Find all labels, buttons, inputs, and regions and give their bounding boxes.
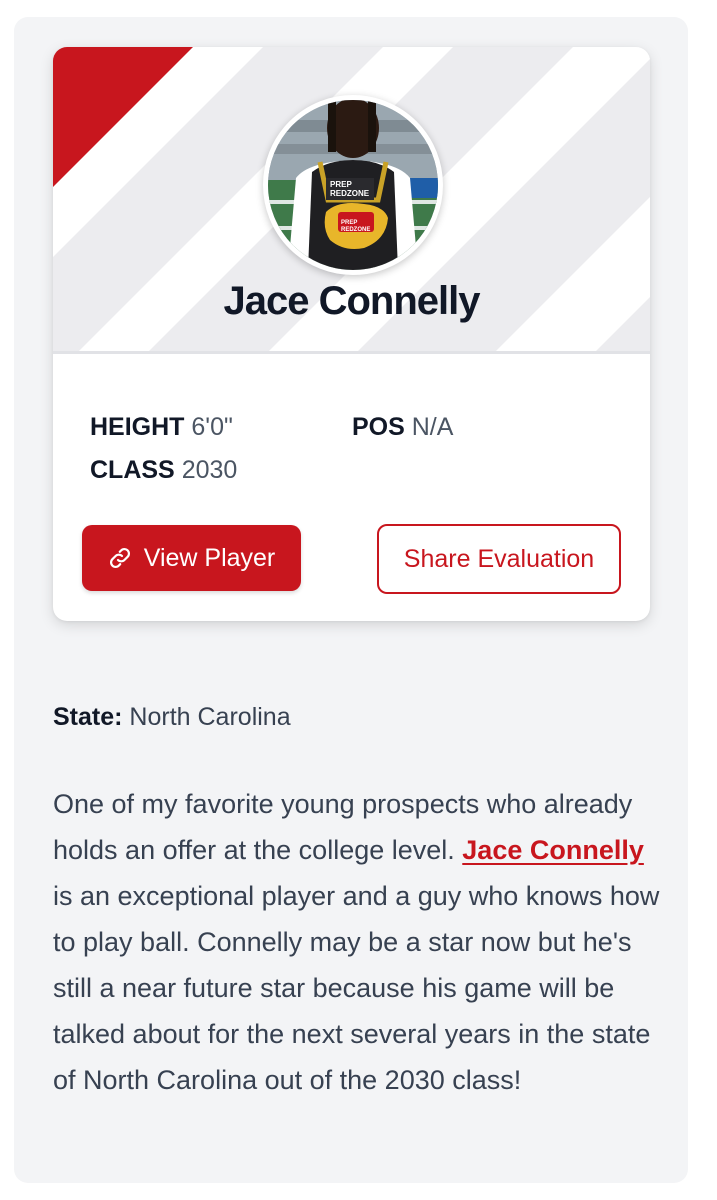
player-card-header: PREP REDZONE PREP REDZONE Jace Connelly bbox=[53, 47, 650, 354]
stat-height-value: 6'0" bbox=[191, 413, 233, 441]
stat-height-label: HEIGHT bbox=[90, 413, 185, 441]
avatar: PREP REDZONE PREP REDZONE bbox=[263, 95, 443, 275]
link-icon bbox=[108, 546, 132, 570]
evaluation-text-body: is an exceptional player and a guy who k… bbox=[53, 881, 660, 1095]
shirt-text-prep: PREP bbox=[330, 180, 352, 189]
stat-class-label: CLASS bbox=[90, 456, 175, 484]
player-name: Jace Connelly bbox=[223, 279, 480, 323]
player-photo: PREP REDZONE PREP REDZONE bbox=[268, 100, 438, 270]
player-name-link[interactable]: Jace Connelly bbox=[462, 835, 644, 865]
stat-class: CLASS 2030 bbox=[90, 456, 237, 485]
state-value: North Carolina bbox=[129, 703, 291, 731]
player-evaluation-panel: PREP REDZONE PREP REDZONE Jace Connelly … bbox=[14, 17, 688, 1183]
view-player-label: View Player bbox=[143, 543, 276, 572]
pendant-text-prep: PREP bbox=[341, 220, 357, 226]
pendant-text-redzone: REDZONE bbox=[341, 227, 370, 233]
stat-class-value: 2030 bbox=[181, 456, 238, 484]
state-label: State: bbox=[53, 703, 123, 731]
evaluation-text: One of my favorite young prospects who a… bbox=[53, 781, 663, 1103]
shirt-text-redzone: REDZONE bbox=[330, 189, 370, 198]
view-player-button[interactable]: View Player bbox=[82, 525, 301, 591]
player-card: PREP REDZONE PREP REDZONE Jace Connelly … bbox=[53, 47, 650, 621]
share-evaluation-label: Share Evaluation bbox=[403, 544, 595, 573]
stat-pos: POS N/A bbox=[352, 413, 453, 442]
stat-pos-label: POS bbox=[352, 413, 405, 441]
state-line: State: North Carolina bbox=[53, 703, 291, 732]
share-evaluation-button[interactable]: Share Evaluation bbox=[377, 524, 621, 594]
stat-pos-value: N/A bbox=[411, 413, 454, 441]
stat-height: HEIGHT 6'0" bbox=[90, 413, 233, 442]
